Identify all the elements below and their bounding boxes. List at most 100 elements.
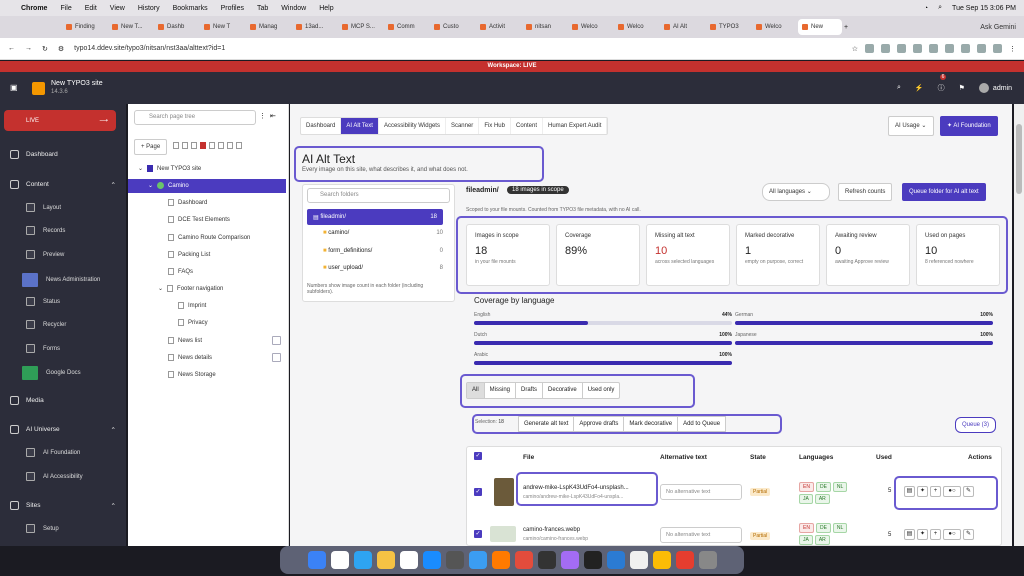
folder-row-fileadmin[interactable]: ▤ fileadmin/18 xyxy=(307,209,443,225)
browser-tab[interactable]: Manag xyxy=(246,19,290,35)
extension-icon[interactable] xyxy=(913,44,922,53)
browser-tab[interactable]: AI Alt xyxy=(660,19,704,35)
sparkle-icon[interactable]: ✦ xyxy=(917,529,928,540)
tree-item[interactable]: News details xyxy=(168,354,212,361)
menu-history[interactable]: History xyxy=(138,5,160,12)
filter-drafts[interactable]: Drafts xyxy=(515,383,542,398)
menu-edit[interactable]: Edit xyxy=(85,5,97,12)
col-languages[interactable]: Languages xyxy=(799,454,833,461)
bookmark-icon[interactable]: ⚑ xyxy=(959,84,965,92)
generate-alt-text-button[interactable]: Generate alt text xyxy=(519,417,573,431)
lang-badge[interactable]: AR xyxy=(814,535,830,545)
filter-icon[interactable]: ⋮ xyxy=(259,112,266,120)
col-file[interactable]: File xyxy=(523,454,534,461)
module-ai-accessibility[interactable]: AI Accessibility xyxy=(26,472,83,481)
col-alt-text[interactable]: Alternative text xyxy=(660,454,707,461)
tree-item[interactable]: FAQs xyxy=(168,268,193,275)
browser-tab[interactable]: Custo xyxy=(430,19,474,35)
thumbnail[interactable] xyxy=(490,526,516,542)
browser-tab[interactable]: New T... xyxy=(108,19,152,35)
menu-file[interactable]: File xyxy=(60,5,71,12)
info-icon[interactable]: ⓘ 6 xyxy=(938,74,947,93)
extension-icon[interactable] xyxy=(897,44,906,53)
lang-badge[interactable]: AR xyxy=(814,494,830,504)
tab-scanner[interactable]: Scanner xyxy=(446,118,480,134)
doktype-icon[interactable] xyxy=(191,142,197,149)
back-icon[interactable]: ← xyxy=(8,45,15,52)
module-dashboard[interactable]: Dashboard xyxy=(10,150,58,159)
file-name[interactable]: camino-frances.webp xyxy=(523,527,580,533)
filter-decorative[interactable]: Decorative xyxy=(542,383,582,398)
page-tree-search[interactable]: Search page tree xyxy=(134,110,256,125)
ask-gemini-button[interactable]: Ask Gemini xyxy=(980,24,1016,31)
add-to-queue-button[interactable]: Add to Queue xyxy=(677,417,725,431)
pencil-icon[interactable]: ✎ xyxy=(963,529,974,540)
tree-item[interactable]: Dashboard xyxy=(168,199,207,206)
lang-badge[interactable]: NL xyxy=(832,482,848,492)
photos-icon[interactable] xyxy=(376,551,395,569)
clock[interactable]: Tue Sep 15 3:06 PM xyxy=(952,5,1016,12)
system-icon[interactable] xyxy=(468,551,487,569)
col-used[interactable]: Used xyxy=(876,454,892,461)
doktype-icon[interactable] xyxy=(227,142,233,149)
browser-tab[interactable]: 13ad... xyxy=(292,19,336,35)
url-field[interactable]: typo14.ddev.site/typo3/nitsan/nst3aa/alt… xyxy=(74,45,694,52)
extension-icon[interactable] xyxy=(993,44,1002,53)
module-content[interactable]: Content ⌃ xyxy=(10,180,116,189)
folder-row[interactable]: ■ user_upload/8 xyxy=(323,265,443,271)
file-name[interactable]: andrew-mike-LspK43UdFo4-unsplash... xyxy=(523,485,629,491)
menu-window[interactable]: Window xyxy=(281,5,306,12)
folder-row[interactable]: ■ form_definitions/0 xyxy=(323,248,443,254)
tree-item[interactable]: News list xyxy=(168,337,202,344)
queue-folder-button[interactable]: Queue folder for AI alt text xyxy=(902,183,986,201)
module-forms[interactable]: Forms xyxy=(26,344,60,353)
lang-badge[interactable]: JA xyxy=(799,494,813,504)
filter-missing[interactable]: Missing xyxy=(483,383,515,398)
module-sites[interactable]: Sites ⌃ xyxy=(10,501,116,510)
collapse-icon[interactable]: ⇤ xyxy=(270,112,276,120)
bookmark-star-icon[interactable]: ☆ xyxy=(852,45,858,53)
browser-tab[interactable]: Welco xyxy=(614,19,658,35)
browser-tab[interactable]: MCP S... xyxy=(338,19,382,35)
menu-profiles[interactable]: Profiles xyxy=(221,5,244,12)
filter-all[interactable]: All xyxy=(467,383,484,398)
tree-item[interactable]: ⌄ Footer navigation xyxy=(158,285,223,292)
launchpad-icon[interactable] xyxy=(330,551,349,569)
tab-fix-hub[interactable]: Fix Hub xyxy=(479,118,511,134)
menu-dots-icon[interactable]: ⋮ xyxy=(1009,45,1016,53)
edit-metadata-icon[interactable]: ▤ xyxy=(904,486,915,497)
module-preview[interactable]: Preview xyxy=(26,250,64,259)
menu-view[interactable]: View xyxy=(110,5,125,12)
tree-item[interactable]: Camino Route Comparison xyxy=(168,234,250,241)
extension-icon[interactable] xyxy=(961,44,970,53)
lang-badge[interactable]: DE xyxy=(815,482,831,492)
edit-metadata-icon[interactable]: ▤ xyxy=(904,529,915,540)
safari-icon[interactable] xyxy=(353,551,372,569)
module-news-admin[interactable]: News Administration xyxy=(22,273,100,287)
tab-content[interactable]: Content xyxy=(511,118,543,134)
sidebar-toggle-icon[interactable]: ▣ xyxy=(10,83,18,92)
col-actions[interactable]: Actions xyxy=(968,454,992,461)
tree-item[interactable]: Imprint xyxy=(178,302,206,309)
lang-badge[interactable]: DE xyxy=(815,523,831,533)
tree-item[interactable]: News Storage xyxy=(168,371,216,378)
tab-human-expert-audit[interactable]: Human Expert Audit xyxy=(543,118,608,134)
new-page-button[interactable]: + Page xyxy=(134,139,168,155)
app-icon[interactable] xyxy=(560,551,579,569)
toggle-icon[interactable]: ●○ xyxy=(943,486,961,497)
select-all-checkbox[interactable]: ✓ xyxy=(474,452,482,460)
firefox-icon[interactable] xyxy=(491,551,510,569)
language-select[interactable]: All languages ⌄ xyxy=(762,183,830,201)
browser-tab[interactable]: Comm xyxy=(384,19,428,35)
new-tab-icon[interactable]: + xyxy=(844,24,848,31)
row-checkbox[interactable]: ✓ xyxy=(474,530,482,538)
doktype-icon[interactable] xyxy=(236,142,242,149)
menu-help[interactable]: Help xyxy=(319,5,333,12)
tab-accessibility-widgets[interactable]: Accessibility Widgets xyxy=(379,118,446,134)
approve-drafts-button[interactable]: Approve drafts xyxy=(573,417,623,431)
settings-icon[interactable] xyxy=(445,551,464,569)
tree-item[interactable]: DCE Test Elements xyxy=(168,216,230,223)
tab-ai-alt-text[interactable]: AI Alt Text xyxy=(341,118,379,134)
extension-icon[interactable] xyxy=(977,44,986,53)
forward-icon[interactable]: → xyxy=(25,45,32,52)
